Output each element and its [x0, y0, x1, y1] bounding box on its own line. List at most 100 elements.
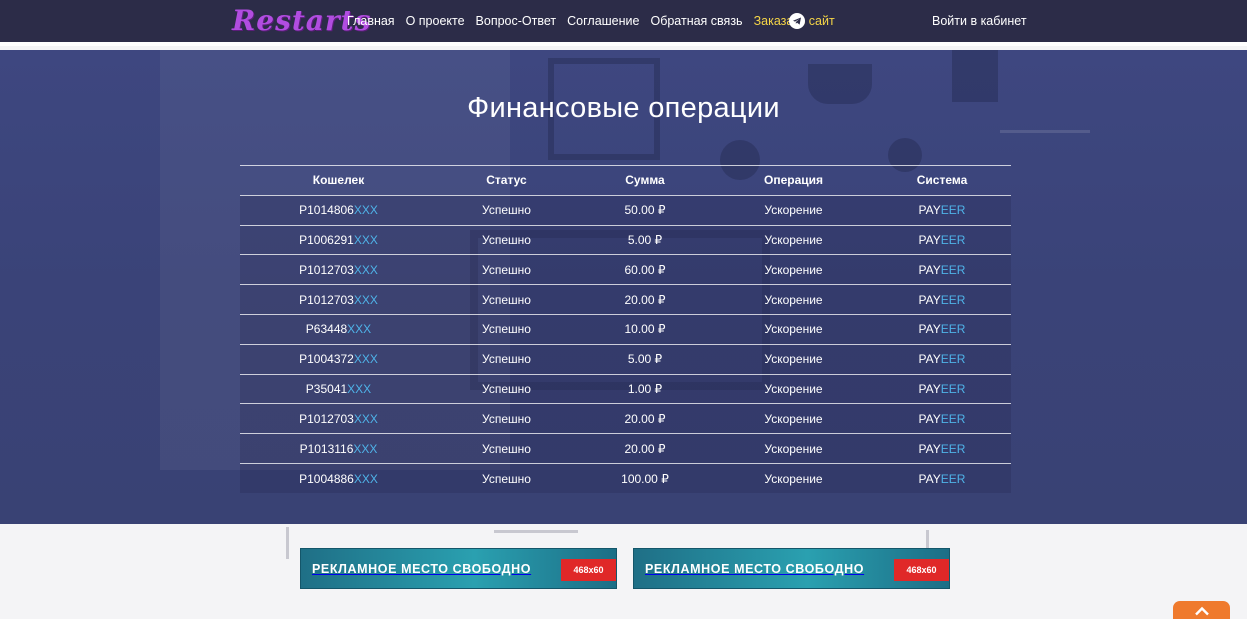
divider: [494, 530, 578, 533]
cell-amount: 20.00 ₽: [576, 284, 714, 315]
nav-link-home[interactable]: Главная: [347, 14, 395, 28]
ad-banner-text: РЕКЛАМНОЕ МЕСТО СВОБОДНО: [312, 561, 532, 576]
operations-table: Кошелек Статус Сумма Операция Система P1…: [240, 165, 1011, 494]
cell-amount: 50.00 ₽: [576, 194, 714, 226]
system-name-b: EER: [940, 322, 966, 337]
cell-operation: Ускорение: [714, 254, 873, 285]
wallet-number: P1004372: [299, 352, 354, 367]
cell-system: PAYEER: [873, 373, 1011, 404]
table-row: P1004372XXX Успешно 5.00 ₽ Ускорение PAY…: [240, 343, 1011, 375]
wallet-number: P1012703: [299, 262, 354, 277]
cell-status: Успешно: [437, 343, 576, 375]
system-name-a: PAY: [918, 411, 941, 426]
cell-amount: 20.00 ₽: [576, 433, 714, 464]
system-name-a: PAY: [918, 232, 941, 247]
page-title: Финансовые операции: [467, 92, 780, 124]
wallet-mask: XXX: [353, 441, 378, 456]
cell-system: PAYEER: [873, 284, 1011, 315]
table-row: P35041XXX Успешно 1.00 ₽ Ускорение PAYEE…: [240, 373, 1011, 404]
cell-wallet: P1012703XXX: [240, 403, 437, 434]
cell-status: Успешно: [437, 224, 576, 255]
table-row: P1012703XXX Успешно 20.00 ₽ Ускорение PA…: [240, 284, 1011, 315]
cell-system: PAYEER: [873, 343, 1011, 375]
wallet-mask: XXX: [353, 203, 378, 218]
cell-system: PAYEER: [873, 194, 1011, 226]
wallet-mask: XXX: [353, 292, 378, 307]
cell-system: PAYEER: [873, 403, 1011, 434]
ad-banner-size: 468x60: [561, 559, 616, 581]
system-name-b: EER: [940, 381, 966, 396]
system-name-a: PAY: [918, 381, 941, 396]
cell-wallet: P1012703XXX: [240, 284, 437, 315]
wallet-number: P1012703: [299, 411, 354, 426]
cell-system: PAYEER: [873, 462, 1011, 494]
top-navbar: Restarts Главная О проекте Вопрос-Ответ …: [0, 0, 1247, 46]
cell-operation: Ускорение: [714, 403, 873, 434]
column-header-status: Статус: [437, 165, 576, 196]
table-row: P1012703XXX Успешно 20.00 ₽ Ускорение PA…: [240, 403, 1011, 434]
telegram-icon[interactable]: [789, 13, 805, 29]
background-illustration: [1000, 130, 1090, 133]
cell-amount: 100.00 ₽: [576, 462, 714, 494]
cell-status: Успешно: [437, 284, 576, 315]
cell-wallet: P1013116XXX: [240, 433, 437, 464]
column-header-wallet: Кошелек: [240, 165, 437, 196]
chevron-up-icon: [1194, 606, 1209, 616]
ad-banner[interactable]: РЕКЛАМНОЕ МЕСТО СВОБОДНО 468x60: [300, 548, 617, 589]
cell-amount: 20.00 ₽: [576, 403, 714, 434]
cell-amount: 10.00 ₽: [576, 313, 714, 345]
ad-banner-size: 468x60: [894, 559, 949, 581]
system-name-a: PAY: [918, 471, 941, 486]
system-name-a: PAY: [918, 292, 941, 307]
wallet-mask: XXX: [347, 381, 372, 396]
cell-amount: 5.00 ₽: [576, 343, 714, 375]
cell-system: PAYEER: [873, 224, 1011, 255]
column-header-operation: Операция: [714, 165, 873, 196]
ad-banner-text: РЕКЛАМНОЕ МЕСТО СВОБОДНО: [645, 561, 865, 576]
table-header-row: Кошелек Статус Сумма Операция Система: [240, 165, 1011, 196]
wallet-number: P35041: [305, 381, 348, 396]
system-name-a: PAY: [918, 262, 941, 277]
cell-status: Успешно: [437, 373, 576, 404]
cell-status: Успешно: [437, 403, 576, 434]
nav-link-about[interactable]: О проекте: [406, 14, 465, 28]
wallet-mask: XXX: [353, 411, 378, 426]
nav-link-faq[interactable]: Вопрос-Ответ: [476, 14, 557, 28]
system-name-b: EER: [940, 262, 966, 277]
wallet-mask: XXX: [353, 232, 378, 247]
wallet-number: P1013116: [299, 441, 354, 456]
cell-system: PAYEER: [873, 313, 1011, 345]
table-row: P1004886XXX Успешно 100.00 ₽ Ускорение P…: [240, 462, 1011, 494]
cell-system: PAYEER: [873, 433, 1011, 464]
cell-operation: Ускорение: [714, 433, 873, 464]
cell-system: PAYEER: [873, 254, 1011, 285]
system-name-b: EER: [940, 203, 966, 218]
cell-amount: 5.00 ₽: [576, 224, 714, 255]
cell-operation: Ускорение: [714, 343, 873, 375]
table-row: P1013116XXX Успешно 20.00 ₽ Ускорение PA…: [240, 433, 1011, 464]
nav-link-feedback[interactable]: Обратная связь: [650, 14, 742, 28]
cell-status: Успешно: [437, 313, 576, 345]
table-row: P63448XXX Успешно 10.00 ₽ Ускорение PAYE…: [240, 313, 1011, 345]
scroll-to-top-button[interactable]: [1173, 601, 1230, 619]
cell-wallet: P1004372XXX: [240, 343, 437, 375]
cell-operation: Ускорение: [714, 373, 873, 404]
cell-operation: Ускорение: [714, 462, 873, 494]
system-name-a: PAY: [918, 352, 941, 367]
wallet-number: P1004886: [299, 471, 354, 486]
system-name-b: EER: [940, 292, 966, 307]
cell-amount: 60.00 ₽: [576, 254, 714, 285]
cell-wallet: P1012703XXX: [240, 254, 437, 285]
hero-section: Финансовые операции Кошелек Статус Сумма…: [0, 50, 1247, 524]
system-name-b: EER: [940, 352, 966, 367]
system-name-b: EER: [940, 232, 966, 247]
cell-wallet: P1014806XXX: [240, 194, 437, 226]
wallet-number: P1014806: [299, 203, 354, 218]
wallet-mask: XXX: [347, 322, 372, 337]
system-name-b: EER: [940, 441, 966, 456]
login-link[interactable]: Войти в кабинет: [932, 14, 1027, 28]
wallet-number: P1012703: [299, 292, 354, 307]
nav-link-agreement[interactable]: Соглашение: [567, 14, 639, 28]
ad-banner[interactable]: РЕКЛАМНОЕ МЕСТО СВОБОДНО 468x60: [633, 548, 950, 589]
table-row: P1006291XXX Успешно 5.00 ₽ Ускорение PAY…: [240, 224, 1011, 255]
